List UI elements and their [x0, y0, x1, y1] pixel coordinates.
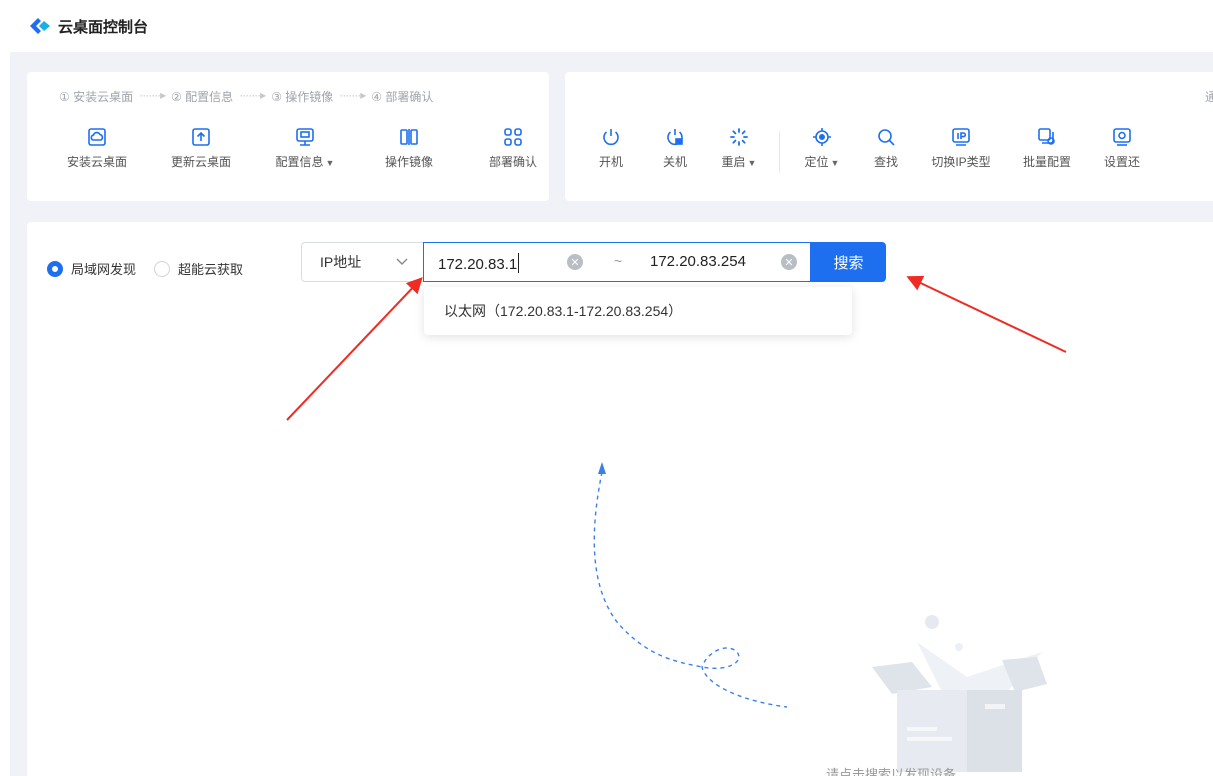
caret-down-icon: ▼ [747, 158, 757, 168]
settings-restore-button[interactable]: 设置还 [1090, 126, 1154, 172]
empty-state-text: 请点击搜索以发现设备 [826, 767, 957, 776]
config-info-dropdown[interactable]: 配置信息 ▼ [253, 126, 357, 170]
batch-config-label: 批量配置 [1022, 155, 1071, 169]
search-type-select[interactable]: IP地址 [301, 242, 423, 282]
locate-target-icon [811, 126, 833, 148]
range-separator: ~ [614, 253, 623, 269]
install-toolbar: 安装云桌面 更新云桌面 配置信息 ▼ 操作镜像 部署确认 [45, 126, 565, 170]
device-toolbar: 开机 关机 重启 ▼ 定位 ▼ 查找 切换IP类型 批量配置 设置还 [579, 126, 1154, 172]
install-steps-card: ① 安装云桌面 ·······▸ ② 配置信息 ·······▸ ③ 操作镜像 … [27, 72, 549, 201]
ip-switch-icon [950, 126, 972, 148]
search-button[interactable]: 搜索 [811, 242, 886, 282]
title-bar: 云桌面控制台 [0, 0, 1213, 52]
restart-dropdown[interactable]: 重启 ▼ [707, 126, 771, 172]
step-arrow: ·······▸ [239, 88, 266, 102]
caret-down-icon: ▼ [830, 158, 840, 168]
step-arrow: ·······▸ [339, 88, 366, 102]
device-operations-card: 通 开机 关机 重启 ▼ 定位 ▼ 查找 切换IP类型 批量配置 设置还 [565, 72, 1213, 201]
install-desktop-label: 安装云桌面 [66, 155, 127, 169]
chevron-down-icon [396, 258, 408, 265]
settings-restore-icon [1111, 126, 1133, 148]
radio-checked-icon [47, 260, 63, 277]
restart-spinner-icon [728, 126, 750, 148]
radio-cloud-fetch[interactable]: 超能云获取 [154, 259, 243, 278]
install-cloud-icon [86, 126, 108, 148]
truncated-label: 通 [1204, 90, 1213, 104]
update-upload-icon [190, 126, 212, 148]
step-1: ① 安装云桌面 [59, 90, 134, 104]
step-indicator: ① 安装云桌面 ·······▸ ② 配置信息 ·······▸ ③ 操作镜像 … [59, 88, 433, 105]
discovery-mode-radio-group: 局域网发现 超能云获取 [47, 259, 261, 278]
config-info-label: 配置信息 ▼ [275, 155, 335, 169]
step-arrow: ·······▸ [139, 88, 166, 102]
operate-image-button[interactable]: 操作镜像 [357, 126, 461, 170]
clear-start-icon[interactable]: ✕ [567, 254, 583, 270]
find-button[interactable]: 查找 [854, 126, 918, 172]
deploy-scan-icon [502, 126, 524, 148]
step-3: ③ 操作镜像 [271, 90, 334, 104]
deploy-confirm-label: 部署确认 [488, 155, 537, 169]
radio-unchecked-icon [154, 260, 171, 277]
radio-lan-label: 局域网发现 [71, 262, 137, 277]
radio-lan-discovery[interactable]: 局域网发现 [47, 259, 136, 278]
settings-restore-label: 设置还 [1103, 155, 1140, 169]
switch-ip-type-label: 切换IP类型 [931, 155, 991, 169]
monitor-config-icon [294, 126, 316, 148]
app-logo-icon [30, 18, 50, 34]
restart-label: 重启 ▼ [721, 155, 757, 169]
power-on-label: 开机 [598, 155, 623, 169]
ip-end-field[interactable]: 172.20.83.254 [650, 253, 746, 270]
install-desktop-button[interactable]: 安装云桌面 [45, 126, 149, 170]
update-desktop-button[interactable]: 更新云桌面 [149, 126, 253, 170]
batch-config-icon [1036, 126, 1058, 148]
text-cursor [518, 253, 520, 273]
shutdown-lock-icon [664, 126, 686, 148]
deploy-confirm-button[interactable]: 部署确认 [461, 126, 565, 170]
power-icon [600, 126, 622, 148]
ip-start-field[interactable]: 172.20.83.1 [438, 253, 520, 273]
switch-ip-type-button[interactable]: 切换IP类型 [918, 126, 1004, 172]
locate-label: 定位 ▼ [804, 155, 840, 169]
workspace: ① 安装云桌面 ·······▸ ② 配置信息 ·······▸ ③ 操作镜像 … [10, 52, 1213, 776]
ip-range-input: 172.20.83.1 ✕ ~ 172.20.83.254 ✕ [423, 242, 811, 282]
search-type-value: IP地址 [320, 254, 362, 270]
update-desktop-label: 更新云桌面 [170, 155, 231, 169]
shutdown-label: 关机 [662, 155, 687, 169]
batch-config-button[interactable]: 批量配置 [1004, 126, 1090, 172]
toolbar-divider [779, 132, 780, 172]
empty-state-illustration [593, 462, 1047, 772]
step-4: ④ 部署确认 [371, 90, 434, 104]
radio-cloud-label: 超能云获取 [178, 262, 244, 277]
operate-image-label: 操作镜像 [384, 155, 433, 169]
step-2: ② 配置信息 [171, 90, 234, 104]
app-title: 云桌面控制台 [58, 18, 149, 36]
find-label: 查找 [873, 155, 898, 169]
search-icon [875, 126, 897, 148]
clear-end-icon[interactable]: ✕ [781, 254, 797, 270]
caret-down-icon: ▼ [325, 158, 335, 168]
power-on-button[interactable]: 开机 [579, 126, 643, 172]
mirror-image-icon [398, 126, 420, 148]
locate-dropdown[interactable]: 定位 ▼ [790, 126, 854, 172]
shutdown-button[interactable]: 关机 [643, 126, 707, 172]
ip-suggestion-item[interactable]: 以太网（172.20.83.1-172.20.83.254） [424, 287, 852, 335]
device-search-card: 局域网发现 超能云获取 IP地址 172.20.83.1 ✕ ~ 172.20.… [27, 222, 1213, 776]
